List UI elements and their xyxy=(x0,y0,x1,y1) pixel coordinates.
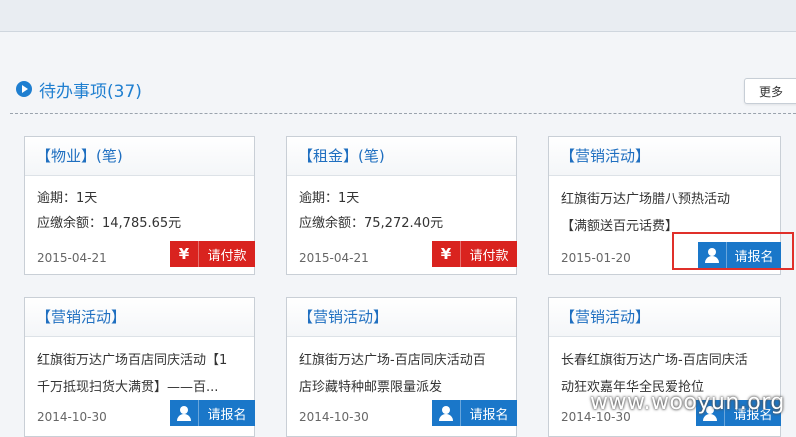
pay-button[interactable]: ¥ 请付款 xyxy=(170,241,255,267)
top-bar xyxy=(0,0,796,32)
todo-card-marketing: 【营销活动】 红旗街万达广场-百店同庆活动百 店珍藏特种邮票限量派发 2014-… xyxy=(286,297,517,437)
person-icon xyxy=(170,400,199,426)
activity-text-line: 红旗街万达广场-百店同庆活动百 xyxy=(299,353,486,368)
card-body: 红旗街万达广场-百店同庆活动百 店珍藏特种邮票限量派发 xyxy=(287,337,516,401)
pay-button-label: 请付款 xyxy=(207,248,247,264)
register-button-label: 请报名 xyxy=(469,407,509,423)
register-button-label: 请报名 xyxy=(207,407,247,423)
todo-card-property: 【物业】(笔) 逾期：1天 应缴余额：14,785.65元 2015-04-21… xyxy=(24,136,255,275)
activity-text-line: 店珍藏特种邮票限量派发 xyxy=(299,380,443,395)
balance-text: 应缴余额：75,272.40元 xyxy=(299,216,444,231)
yen-icon: ¥ xyxy=(432,241,461,267)
card-title: 【营销活动】 xyxy=(549,137,780,176)
activity-text-line: 红旗街万达广场腊八预热活动 xyxy=(561,192,731,207)
card-body: 逾期：1天 应缴余额：75,272.40元 xyxy=(287,176,516,236)
yen-icon: ¥ xyxy=(170,241,199,267)
card-body: 红旗街万达广场腊八预热活动 【满额送百元话费】 xyxy=(549,176,780,240)
activity-text-line: 长春红旗街万达广场-百店同庆活 xyxy=(561,353,748,368)
card-title: 【营销活动】 xyxy=(25,298,254,337)
highlight-box xyxy=(672,232,794,270)
pay-button[interactable]: ¥ 请付款 xyxy=(432,241,517,267)
activity-text-line: 千万抵现扫货大满贯】——百... xyxy=(37,380,219,395)
card-title: 【营销活动】 xyxy=(549,298,780,337)
play-circle-icon xyxy=(16,81,32,97)
register-button[interactable]: 请报名 xyxy=(432,400,517,426)
person-icon xyxy=(432,400,461,426)
watermark: www.wooyun.org xyxy=(590,390,785,415)
activity-text-line: 红旗街万达广场百店同庆活动【1 xyxy=(37,353,228,368)
card-title: 【营销活动】 xyxy=(287,298,516,337)
balance-text: 应缴余额：14,785.65元 xyxy=(37,216,182,231)
pay-button-label: 请付款 xyxy=(469,248,509,264)
section-title: 待办事项(37) xyxy=(39,81,142,102)
todo-card-marketing: 【营销活动】 长春红旗街万达广场-百店同庆活 动狂欢嘉年华全民爱抢位 2014-… xyxy=(548,297,781,437)
card-body: 逾期：1天 应缴余额：14,785.65元 xyxy=(25,176,254,236)
card-title: 【租金】(笔) xyxy=(287,137,516,176)
card-date: 2015-01-20 xyxy=(561,251,631,265)
card-title: 【物业】(笔) xyxy=(25,137,254,176)
card-date: 2014-10-30 xyxy=(299,410,369,424)
more-button[interactable]: 更多 xyxy=(744,78,796,104)
overdue-text: 逾期：1天 xyxy=(299,191,360,206)
todo-card-rent: 【租金】(笔) 逾期：1天 应缴余额：75,272.40元 2015-04-21… xyxy=(286,136,517,275)
dashed-divider xyxy=(10,113,796,114)
card-date: 2015-04-21 xyxy=(299,251,369,265)
card-date: 2014-10-30 xyxy=(37,410,107,424)
todo-card-marketing: 【营销活动】 红旗街万达广场百店同庆活动【1 千万抵现扫货大满贯】——百... … xyxy=(24,297,255,437)
register-button[interactable]: 请报名 xyxy=(170,400,255,426)
section-header: 待办事项(37) xyxy=(16,78,142,102)
overdue-text: 逾期：1天 xyxy=(37,191,98,206)
card-body: 红旗街万达广场百店同庆活动【1 千万抵现扫货大满贯】——百... xyxy=(25,337,254,401)
card-date: 2015-04-21 xyxy=(37,251,107,265)
